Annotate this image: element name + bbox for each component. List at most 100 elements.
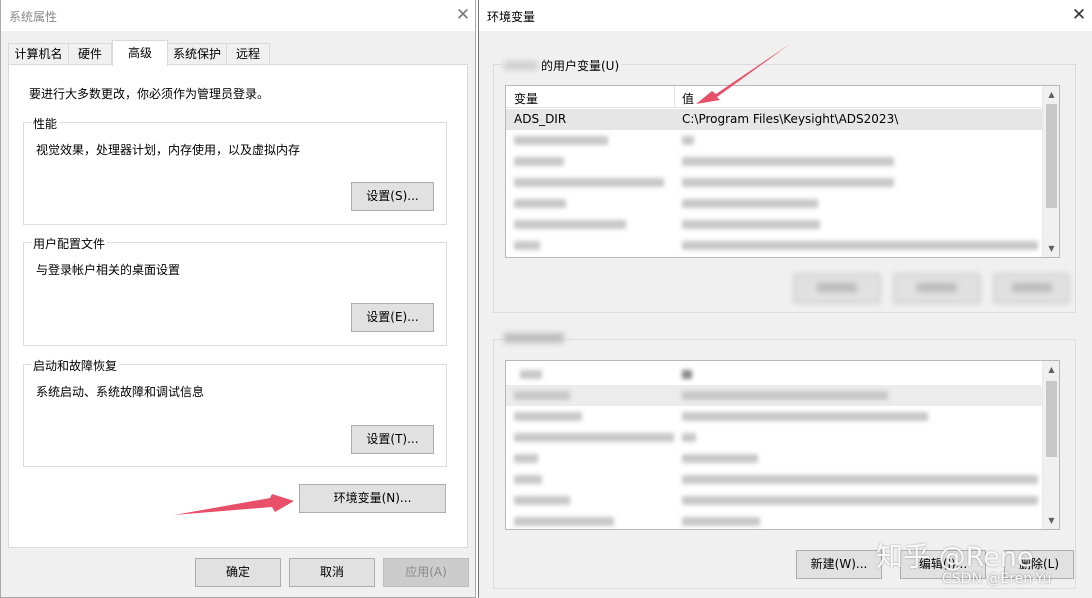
table-row[interactable] bbox=[506, 469, 1042, 490]
close-icon[interactable]: ✕ bbox=[453, 5, 473, 25]
scrollbar[interactable]: ▲ ▼ bbox=[1042, 361, 1059, 529]
startup-recovery-group: 启动和故障恢复 系统启动、系统故障和调试信息 设置(T)... bbox=[23, 357, 447, 467]
blurred-variable-name bbox=[514, 433, 674, 442]
cancel-button[interactable]: 取消 bbox=[289, 558, 375, 587]
table-row[interactable] bbox=[506, 214, 1042, 235]
system-properties-dialog: 系统属性 ✕ 计算机名 硬件 高级 系统保护 远程 要进行大多数更改，你必须作为… bbox=[0, 0, 476, 598]
user-profiles-group: 用户配置文件 与登录帐户相关的桌面设置 设置(E)... bbox=[23, 235, 447, 346]
table-row[interactable] bbox=[506, 172, 1042, 193]
csdn-watermark: CSDN @Eren-Yu bbox=[942, 571, 1052, 587]
user-variables-label: 的用户变量(U) bbox=[502, 57, 622, 74]
scroll-up-icon[interactable]: ▲ bbox=[1043, 361, 1059, 378]
tab-computer-name[interactable]: 计算机名 bbox=[8, 43, 69, 65]
scroll-thumb[interactable] bbox=[1046, 104, 1057, 208]
user-new-button-redacted[interactable] bbox=[794, 274, 880, 303]
environment-variables-dialog: 环境变量 ✕ 的用户变量(U) 变量 值 ADS_DIR C:\Program … bbox=[478, 0, 1092, 598]
blurred-variable-name bbox=[514, 220, 626, 229]
tab-advanced[interactable]: 高级 bbox=[112, 40, 168, 66]
scroll-up-icon[interactable]: ▲ bbox=[1043, 86, 1059, 103]
blurred-variable-value bbox=[682, 370, 692, 379]
blurred-variable-name bbox=[514, 199, 566, 208]
scroll-down-icon[interactable]: ▼ bbox=[1043, 240, 1059, 257]
table-row[interactable] bbox=[506, 448, 1042, 469]
blurred-variable-value bbox=[682, 391, 888, 400]
performance-description: 视觉效果，处理器计划，内存使用，以及虚拟内存 bbox=[36, 143, 301, 157]
column-header-name[interactable]: 变量 bbox=[514, 90, 538, 107]
table-row[interactable] bbox=[506, 130, 1042, 151]
table-row[interactable] bbox=[506, 151, 1042, 172]
blurred-variable-name bbox=[520, 370, 542, 379]
blurred-variable-name bbox=[514, 475, 542, 484]
blurred-variable-name bbox=[514, 136, 608, 145]
blurred-variable-value bbox=[682, 178, 894, 187]
blurred-variable-value bbox=[682, 199, 818, 208]
blurred-variable-value bbox=[682, 475, 1038, 484]
blurred-variable-name bbox=[514, 517, 614, 526]
blurred-variable-value bbox=[682, 157, 894, 166]
blurred-variable-name bbox=[514, 454, 538, 463]
table-row[interactable] bbox=[506, 235, 1042, 256]
blurred-variable-name bbox=[514, 178, 664, 187]
blurred-variable-value bbox=[682, 496, 1038, 505]
tab-system-protection[interactable]: 系统保护 bbox=[167, 43, 227, 65]
table-row[interactable] bbox=[506, 364, 1042, 385]
environment-variables-title: 环境变量 bbox=[487, 10, 536, 24]
admin-notice: 要进行大多数更改，你必须作为管理员登录。 bbox=[29, 87, 270, 101]
user-profiles-settings-button[interactable]: 设置(E)... bbox=[351, 303, 434, 332]
column-divider bbox=[674, 86, 675, 108]
performance-group: 性能 视觉效果，处理器计划，内存使用，以及虚拟内存 设置(S)... bbox=[23, 115, 447, 225]
blurred-variable-value bbox=[682, 220, 820, 229]
blurred-variable-name bbox=[514, 157, 564, 166]
system-properties-titlebar: 系统属性 ✕ bbox=[1, 0, 475, 31]
scrollbar[interactable]: ▲ ▼ bbox=[1042, 86, 1059, 257]
tab-hardware[interactable]: 硬件 bbox=[68, 43, 112, 65]
blurred-variable-value bbox=[682, 433, 696, 442]
tab-remote[interactable]: 远程 bbox=[226, 43, 270, 65]
system-variables-label-redacted bbox=[502, 332, 566, 346]
zhihu-watermark: 知乎 @Rene bbox=[876, 542, 1034, 573]
variable-name: ADS_DIR bbox=[514, 112, 567, 126]
blurred-variable-value bbox=[682, 136, 694, 145]
startup-recovery-group-title: 启动和故障恢复 bbox=[31, 357, 120, 374]
username-redacted bbox=[504, 61, 538, 70]
close-icon[interactable]: ✕ bbox=[1069, 5, 1089, 25]
system-properties-title: 系统属性 bbox=[9, 10, 58, 24]
blurred-variable-value bbox=[682, 241, 1038, 250]
performance-group-title: 性能 bbox=[31, 115, 60, 132]
user-profiles-description: 与登录帐户相关的桌面设置 bbox=[36, 263, 181, 277]
user-variables-group: 的用户变量(U) 变量 值 ADS_DIR C:\Program Files\K… bbox=[493, 57, 1076, 313]
scroll-thumb[interactable] bbox=[1046, 381, 1057, 457]
blurred-variable-name bbox=[514, 241, 540, 250]
apply-button[interactable]: 应用(A) bbox=[383, 558, 469, 587]
list-header: 变量 值 bbox=[506, 86, 1042, 108]
blurred-variable-value bbox=[682, 454, 758, 463]
environment-variables-button[interactable]: 环境变量(N)... bbox=[299, 484, 446, 513]
table-row[interactable]: ADS_DIR C:\Program Files\Keysight\ADS202… bbox=[506, 109, 1042, 130]
performance-settings-button[interactable]: 设置(S)... bbox=[351, 182, 434, 211]
user-profiles-group-title: 用户配置文件 bbox=[31, 235, 108, 252]
advanced-tab-panel: 要进行大多数更改，你必须作为管理员登录。 性能 视觉效果，处理器计划，内存使用，… bbox=[8, 64, 468, 548]
startup-recovery-description: 系统启动、系统故障和调试信息 bbox=[36, 385, 205, 399]
column-header-value[interactable]: 值 bbox=[682, 90, 694, 107]
table-row[interactable] bbox=[506, 427, 1042, 448]
startup-recovery-settings-button[interactable]: 设置(T)... bbox=[351, 425, 434, 454]
table-row[interactable] bbox=[506, 193, 1042, 214]
ok-button[interactable]: 确定 bbox=[195, 558, 281, 587]
user-delete-button-redacted[interactable] bbox=[994, 274, 1069, 303]
scroll-down-icon[interactable]: ▼ bbox=[1043, 512, 1059, 529]
table-row[interactable] bbox=[506, 490, 1042, 511]
system-new-button[interactable]: 新建(W)... bbox=[796, 550, 882, 579]
user-variables-list[interactable]: 变量 值 ADS_DIR C:\Program Files\Keysight\A… bbox=[505, 85, 1060, 258]
blurred-variable-name bbox=[514, 391, 570, 400]
environment-variables-titlebar: 环境变量 ✕ bbox=[479, 0, 1092, 31]
table-row[interactable] bbox=[506, 406, 1042, 427]
table-row[interactable] bbox=[506, 511, 1042, 529]
variable-value: C:\Program Files\Keysight\ADS2023\ bbox=[682, 112, 899, 126]
table-row[interactable] bbox=[506, 385, 1042, 406]
blurred-variable-name bbox=[514, 412, 582, 421]
blurred-variable-value bbox=[682, 517, 760, 526]
blurred-variable-value bbox=[682, 412, 928, 421]
user-variables-label-text: 的用户变量(U) bbox=[541, 59, 620, 73]
system-variables-list[interactable]: ▲ ▼ bbox=[505, 360, 1060, 530]
user-edit-button-redacted[interactable] bbox=[894, 274, 980, 303]
